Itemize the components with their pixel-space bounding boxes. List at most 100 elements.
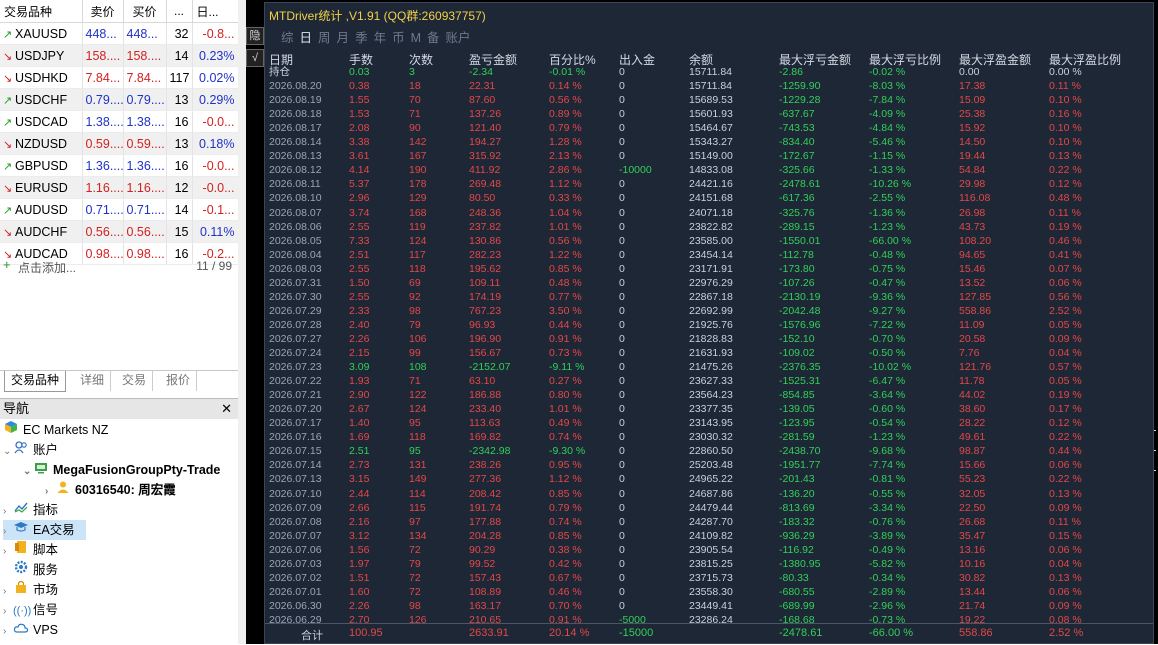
symbol-cell[interactable]: ↗ USDCHF xyxy=(0,88,83,111)
expand-icon[interactable]: › xyxy=(45,482,55,502)
nav-accounts[interactable]: ⌄ 账户 xyxy=(3,440,58,460)
nav-vps[interactable]: › VPS xyxy=(3,620,58,640)
col-spread[interactable]: ... xyxy=(166,0,193,23)
period-tab[interactable]: 备 xyxy=(427,31,440,45)
stat-cell: 15343.27 xyxy=(689,136,733,148)
symbol-cell[interactable]: ↘ AUDCHF xyxy=(0,220,83,243)
period-tab[interactable]: 账户 xyxy=(446,31,471,45)
stat-cell: 71 xyxy=(409,108,421,120)
add-symbol-row[interactable]: + 点击添加... 11 / 99 xyxy=(0,256,238,276)
period-tab[interactable]: 日 xyxy=(300,31,313,45)
table-row: 2026.08.19 1.55 70 87.60 0.56 % 0 15689.53 -122… xyxy=(269,93,1149,107)
period-tab[interactable]: 年 xyxy=(374,31,387,45)
table-row: 2026.07.03 1.97 79 99.52 0.42 % 0 23815.25 -138… xyxy=(269,557,1149,571)
table-row[interactable]: ↗ AUDUSD 0.71.... 0.71.... 14 -0.1... xyxy=(0,198,239,221)
stat-cell: 11.78 xyxy=(959,375,985,387)
stat-cell: 0 xyxy=(619,207,625,219)
expand-icon[interactable]: › xyxy=(3,502,13,522)
collapse-icon[interactable]: ⌄ xyxy=(3,442,13,462)
symbol-cell[interactable]: ↘ USDHKD xyxy=(0,66,83,89)
stat-cell: 2026.06.30 xyxy=(269,600,322,612)
table-row[interactable]: ↗ XAUUSD 448... 448... 32 -0.8... xyxy=(0,22,239,45)
stat-cell: 0 xyxy=(619,178,625,190)
close-icon[interactable]: ✕ xyxy=(221,399,232,419)
arrow-down-icon: ↘ xyxy=(3,226,13,239)
expand-icon[interactable]: › xyxy=(3,602,13,622)
table-row[interactable]: ↘ EURUSD 1.16.... 1.16.... 12 -0.0... xyxy=(0,176,239,199)
nav-scripts[interactable]: › 脚本 xyxy=(3,540,58,560)
expand-icon[interactable]: › xyxy=(3,622,13,642)
collapse-icon[interactable]: ⌄ xyxy=(23,462,33,482)
stat-cell: 0.79 % xyxy=(549,122,582,134)
table-row[interactable]: ↗ GBPUSD 1.36.... 1.36.... 16 -0.0... xyxy=(0,154,239,177)
tab-symbols[interactable]: 交易品种 xyxy=(4,371,67,392)
col-daily-change[interactable]: 日... xyxy=(192,0,239,23)
tab-ticks[interactable]: 报价 xyxy=(160,371,198,391)
add-symbol-label[interactable]: 点击添加... xyxy=(18,259,76,276)
nav-signals[interactable]: › ((·)) 信号 xyxy=(3,600,58,620)
col-symbol[interactable]: 交易品种 xyxy=(0,0,83,23)
stat-cell: 1.93 xyxy=(349,375,370,387)
period-tab[interactable]: 综 xyxy=(281,31,294,45)
stat-cell: 2.51 xyxy=(349,249,370,261)
period-tab[interactable]: 季 xyxy=(355,31,368,45)
table-row[interactable]: ↘ NZDUSD 0.59.... 0.59.... 13 0.18% xyxy=(0,132,239,155)
stat-cell: 0 xyxy=(619,108,625,120)
expand-icon[interactable]: › xyxy=(3,522,13,542)
total-cell: 2.52 % xyxy=(1049,627,1084,639)
symbol-cell[interactable]: ↗ XAUUSD xyxy=(0,22,83,45)
arrow-down-icon: ↘ xyxy=(3,182,13,195)
stat-cell: 1.50 xyxy=(349,277,370,289)
total-cell: -66.00 % xyxy=(869,627,914,639)
stat-cell: 124 xyxy=(409,235,427,247)
stat-cell: 2026.08.14 xyxy=(269,136,322,148)
table-row[interactable]: ↘ USDJPY 158.... 158.... 14 0.23% xyxy=(0,44,239,67)
tab-trading[interactable]: 交易 xyxy=(116,371,154,391)
stat-cell: 0 xyxy=(619,277,625,289)
expand-icon[interactable]: › xyxy=(3,582,13,602)
symbol-cell[interactable]: ↗ USDCAD xyxy=(0,110,83,133)
period-tab[interactable]: 月 xyxy=(337,31,350,45)
col-bid[interactable]: 卖价 xyxy=(82,0,124,23)
nav-broker[interactable]: EC Markets NZ xyxy=(3,420,108,440)
table-row[interactable]: ↗ USDCHF 0.79.... 0.79.... 13 0.29% xyxy=(0,88,239,111)
panel-splitter[interactable] xyxy=(238,0,246,644)
nav-account[interactable]: › 60316540: 周宏霞 xyxy=(45,480,176,500)
stat-cell: -9.11 % xyxy=(549,361,585,373)
period-tab[interactable]: M xyxy=(411,31,421,45)
symbol-cell[interactable]: ↗ GBPUSD xyxy=(0,154,83,177)
scripts-label: 脚本 xyxy=(33,543,59,557)
stat-cell: 196.90 xyxy=(469,333,502,345)
table-row[interactable]: ↘ AUDCHF 0.56.... 0.56.... 15 0.11% xyxy=(0,220,239,243)
table-row[interactable]: ↘ USDHKD 7.84... 7.84... 117 0.02% xyxy=(0,66,239,89)
hide-button[interactable]: 隐 xyxy=(246,27,264,45)
arrow-up-icon: ↗ xyxy=(3,116,13,129)
daily-change-cell: -0.0... xyxy=(192,110,239,133)
vps-label: VPS xyxy=(33,623,59,637)
stat-cell: 108.20 xyxy=(959,235,992,247)
tab-details[interactable]: 详细 xyxy=(74,371,112,391)
symbol-cell[interactable]: ↗ AUDUSD xyxy=(0,198,83,221)
nav-expert-advisors[interactable]: › EA交易 xyxy=(3,520,86,540)
stat-cell: 0.19 % xyxy=(1049,221,1082,233)
symbol-cell[interactable]: ↘ USDJPY xyxy=(0,44,83,67)
period-tab[interactable]: 周 xyxy=(318,31,331,45)
stat-cell: 25203.48 xyxy=(689,459,733,471)
stat-cell: 0.41 % xyxy=(1049,249,1082,261)
nav-server[interactable]: ⌄ MegaFusionGroupPty-Trade xyxy=(23,460,220,480)
period-tab[interactable]: 币 xyxy=(392,31,405,45)
symbol-name: AUDCHF xyxy=(15,224,68,239)
nav-indicators[interactable]: › 指标 xyxy=(3,500,58,520)
nav-services[interactable]: 服务 xyxy=(13,560,58,580)
symbol-cell[interactable]: ↘ NZDUSD xyxy=(0,132,83,155)
stat-cell: 24965.22 xyxy=(689,473,733,485)
stat-cell: 1.04 % xyxy=(549,207,582,219)
col-ask[interactable]: 买价 xyxy=(123,0,167,23)
check-button[interactable]: √ xyxy=(246,49,264,67)
stat-cell: -1525.31 xyxy=(779,375,821,387)
table-row[interactable]: ↗ USDCAD 1.38.... 1.38.... 16 -0.0... xyxy=(0,110,239,133)
stat-cell: 23627.33 xyxy=(689,375,733,387)
expand-icon[interactable]: › xyxy=(3,542,13,562)
symbol-cell[interactable]: ↘ EURUSD xyxy=(0,176,83,199)
nav-market[interactable]: › 市场 xyxy=(3,580,58,600)
